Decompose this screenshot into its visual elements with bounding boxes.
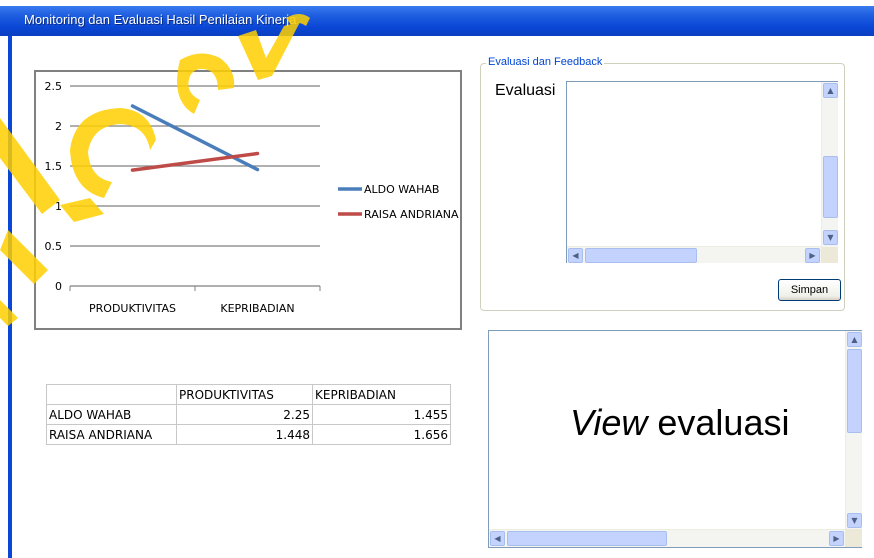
save-button[interactable]: Simpan — [778, 279, 841, 301]
scroll-left-arrow-icon[interactable]: ◀ — [490, 531, 505, 546]
evaluation-textarea[interactable]: ▲ ▼ ◀ ▶ — [566, 81, 838, 263]
scroll-thumb[interactable] — [823, 156, 838, 218]
y-tick-label: 0.5 — [45, 240, 63, 253]
scroll-down-arrow-icon[interactable]: ▼ — [823, 230, 838, 245]
table-cell-value: 1.448 — [176, 424, 313, 445]
table-header-cell: PRODUKTIVITAS — [176, 384, 313, 405]
table-row: ALDO WAHAB 2.25 1.455 — [46, 404, 451, 425]
view-text-rest: evaluasi — [647, 402, 790, 443]
chart-gridlines — [69, 85, 321, 291]
legend-label: RAISA ANDRIANA — [364, 208, 459, 221]
chart-series — [130, 104, 260, 172]
evaluation-horizontal-scrollbar[interactable]: ◀ ▶ — [567, 246, 821, 263]
chart-x-categories: PRODUKTIVITAS KEPRIBADIAN — [89, 302, 295, 315]
evaluation-vertical-scrollbar[interactable]: ▲ ▼ — [821, 82, 838, 247]
window-left-border — [8, 36, 12, 558]
scroll-thumb[interactable] — [847, 349, 862, 433]
table-cell-value: 2.25 — [176, 404, 313, 425]
table-cell-value: 1.455 — [312, 404, 451, 425]
table-cell-value: 1.656 — [312, 424, 451, 445]
chart-canvas: 0 0.5 1 1.5 2 2.5 PRODUKTIVITAS KEPRIBADIAN AL… — [45, 80, 460, 315]
performance-line-chart: 0 0.5 1 1.5 2 2.5 PRODUKTIVITAS KEPRIBADIAN AL… — [34, 70, 462, 330]
chart-legend: ALDO WAHAB RAISA ANDRIANA — [338, 183, 459, 221]
y-tick-label: 1 — [55, 200, 62, 213]
view-horizontal-scrollbar[interactable]: ◀ ▶ — [489, 529, 845, 547]
x-category-label: PRODUKTIVITAS — [89, 302, 176, 315]
table-header-cell — [46, 384, 177, 405]
legend-label: ALDO WAHAB — [364, 183, 439, 196]
view-vertical-scrollbar[interactable]: ▲ ▼ — [845, 331, 862, 529]
window-title: Monitoring dan Evaluasi Hasil Penilaian … — [24, 12, 297, 27]
table-cell-name: ALDO WAHAB — [46, 404, 177, 425]
table-header-row: PRODUKTIVITAS KEPRIBADIAN — [46, 384, 451, 405]
scroll-left-arrow-icon[interactable]: ◀ — [568, 248, 583, 263]
scroll-down-arrow-icon[interactable]: ▼ — [847, 513, 862, 528]
scrollbar-corner — [845, 529, 862, 547]
scroll-up-arrow-icon[interactable]: ▲ — [847, 332, 862, 347]
scroll-right-arrow-icon[interactable]: ▶ — [805, 248, 820, 263]
table-cell-name: RAISA ANDRIANA — [46, 424, 177, 445]
scroll-thumb[interactable] — [585, 248, 697, 263]
y-tick-label: 0 — [55, 280, 62, 293]
window-edge — [0, 36, 8, 558]
x-category-label: KEPRIBADIAN — [220, 302, 294, 315]
chart-y-ticks: 0 0.5 1 1.5 2 2.5 — [45, 80, 63, 293]
group-title: Evaluasi dan Feedback — [486, 56, 605, 68]
view-text-italic: View — [570, 402, 648, 443]
view-evaluation-text: View evaluasi — [570, 402, 789, 444]
y-tick-label: 1.5 — [45, 160, 63, 173]
evaluation-label: Evaluasi — [495, 82, 556, 99]
scroll-right-arrow-icon[interactable]: ▶ — [829, 531, 844, 546]
table-header-cell: KEPRIBADIAN — [312, 384, 451, 405]
score-table: PRODUKTIVITAS KEPRIBADIAN ALDO WAHAB 2.2… — [46, 384, 451, 445]
y-tick-label: 2 — [55, 120, 62, 133]
window-titlebar[interactable]: Monitoring dan Evaluasi Hasil Penilaian … — [0, 0, 874, 36]
y-tick-label: 2.5 — [45, 80, 63, 93]
scroll-up-arrow-icon[interactable]: ▲ — [823, 83, 838, 98]
scroll-thumb[interactable] — [507, 531, 667, 546]
table-row: RAISA ANDRIANA 1.448 1.656 — [46, 424, 451, 445]
scrollbar-corner — [821, 247, 838, 263]
series-line-aldo-wahab — [130, 104, 260, 172]
